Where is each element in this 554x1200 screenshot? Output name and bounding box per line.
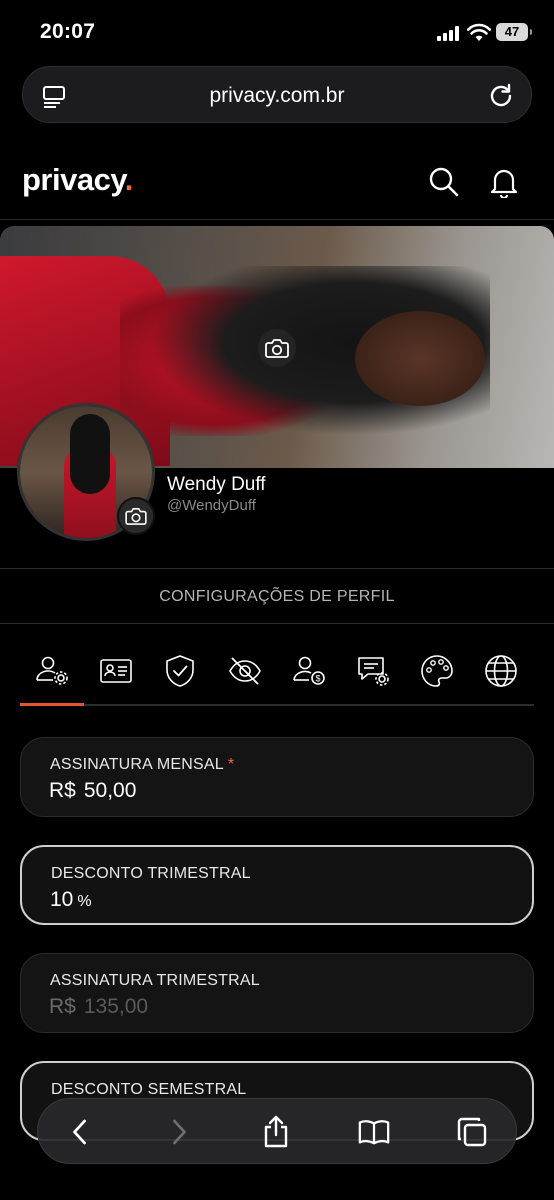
search-icon[interactable] [428,166,460,198]
chevron-right-icon [173,1119,186,1145]
field-label: DESCONTO TRIMESTRAL [51,865,251,882]
forward-button[interactable] [159,1112,199,1152]
bookmarks-button[interactable] [354,1112,394,1152]
chat-settings-icon [358,657,389,686]
user-settings-icon [36,656,68,685]
user-money-icon: $ [293,656,325,685]
settings-tabs: $ [20,647,534,695]
share-icon [264,1115,288,1148]
status-bar: 20:07 47 [0,0,554,60]
divider [0,568,554,569]
book-icon [358,1120,390,1145]
status-time: 20:07 [40,20,96,43]
bell-icon[interactable] [489,166,519,198]
tab-language[interactable] [477,647,525,695]
active-tab-indicator [20,703,84,706]
palette-icon [421,655,453,687]
tab-chat-settings[interactable] [349,647,397,695]
monthly-subscription-field[interactable]: ASSINATURA MENSAL * R$ 50,00 [20,737,534,817]
id-card-icon [100,659,132,683]
globe-icon [485,655,517,687]
field-label: ASSINATURA MENSAL * [50,756,235,773]
field-value: R$ 135,00 [49,995,149,1018]
camera-icon [265,339,289,358]
privacy-logo[interactable]: privacy. [22,162,133,198]
share-button[interactable] [256,1112,296,1152]
field-label: ASSINATURA TRIMESTRAL [50,972,260,989]
field-value[interactable]: R$ 50,00 [49,779,136,803]
profile-name: Wendy Duff [167,474,266,495]
tab-appearance[interactable] [413,647,461,695]
tabs-rail [20,704,534,706]
svg-text:$: $ [315,674,320,684]
wifi-icon [467,23,491,41]
url-text[interactable]: privacy.com.br [23,84,531,108]
address-bar[interactable]: privacy.com.br [22,66,532,123]
cover-camera-button[interactable] [258,329,296,367]
profile-handle: @WendyDuff [167,497,256,514]
chevron-left-icon [73,1119,86,1145]
cellular-signal-icon [437,26,459,41]
tab-payments[interactable]: $ [285,647,333,695]
divider [0,623,554,624]
header-divider [0,219,554,220]
tabs-overview-icon [457,1117,487,1147]
tab-privacy[interactable] [221,647,269,695]
browser-toolbar [37,1098,517,1164]
tab-id-card[interactable] [92,647,140,695]
quarterly-discount-field[interactable]: DESCONTO TRIMESTRAL 10% [20,845,534,925]
tab-security[interactable] [156,647,204,695]
back-button[interactable] [60,1112,100,1152]
tab-profile[interactable] [28,647,76,695]
quarterly-subscription-field: ASSINATURA TRIMESTRAL R$ 135,00 [20,953,534,1033]
battery-indicator: 47 [496,23,532,41]
eye-off-icon [229,657,261,685]
tabs-button[interactable] [452,1112,492,1152]
field-label: DESCONTO SEMESTRAL [51,1081,247,1098]
field-value[interactable]: 10% [50,888,92,912]
avatar-camera-button[interactable] [117,497,155,535]
camera-icon [125,508,147,525]
settings-title: CONFIGURAÇÕES DE PERFIL [159,588,395,605]
reload-icon[interactable] [488,82,514,108]
shield-check-icon [166,655,194,687]
app-header: privacy. [0,140,554,220]
